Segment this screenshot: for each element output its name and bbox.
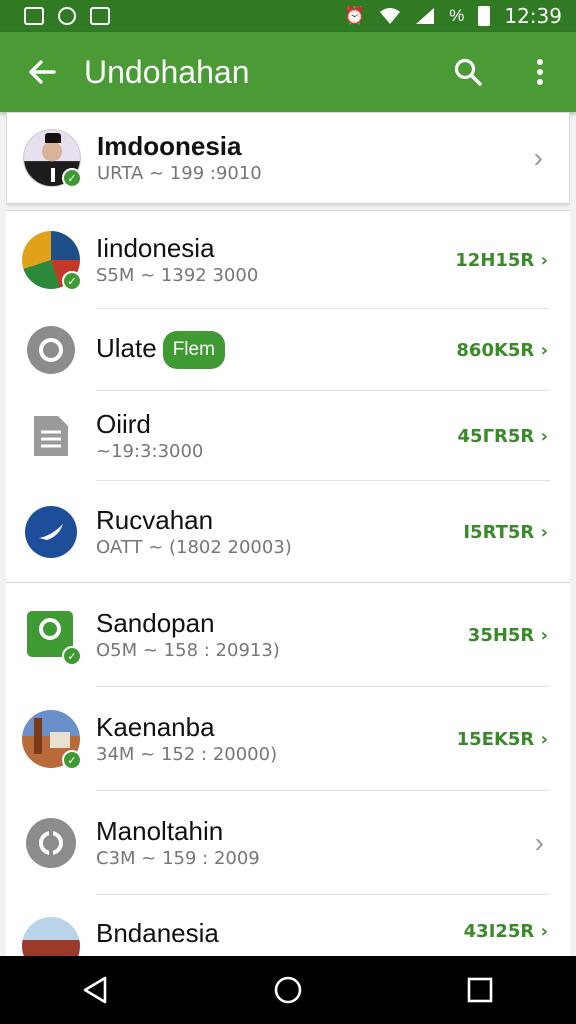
item-subtitle: ~19:3:3000 [96,441,204,462]
item-avatar: ✓ [22,231,82,291]
item-avatar [27,326,75,374]
item-subtitle: 34M ~ 152 : 20000) [96,744,278,765]
item-title: Sandopan [96,608,215,638]
page-title: Undohahan [84,53,250,90]
nav-back-icon [83,976,107,1004]
back-arrow-icon [29,60,56,84]
list-item[interactable]: Rucvahan OATT ~ (1802 20003) I5RT5R › [6,481,570,583]
list-item[interactable]: Ulate Flem 860K5R › [6,309,570,391]
item-value-text: 43I25R [463,921,535,942]
chevron-right-icon: › [540,425,548,447]
more-vert-icon [537,59,543,85]
nav-recents-button[interactable] [420,956,540,1024]
item-avatar [26,818,76,868]
clock-time: 12:39 [504,4,562,28]
item-title: Bndanesia [96,918,219,948]
item-title-text: Ulate [96,332,157,363]
item-avatar [22,917,80,956]
gallery-notification-icon [24,7,44,25]
item-value-text: 15EK5R [456,728,535,750]
header-item-title: Imdoonesia [97,131,242,161]
item-value-text: 35H5R [467,624,535,646]
chevron-right-icon: › [540,728,548,750]
item-subtitle: O5M ~ 158 : 20913) [96,640,280,661]
list-item[interactable]: Bndanesia 43I25R › [6,895,570,956]
item-value: 45ГR5R › [458,426,548,447]
chevron-right-icon: › [534,827,544,858]
item-value-text: I5RT5R [463,521,535,543]
item-value: 15EK5R › [457,729,548,750]
app-bar: Undohahan [0,32,576,112]
item-title: Oiird [96,409,151,439]
profile-avatar: ✓ [23,129,82,188]
nav-back-button[interactable] [36,956,156,1024]
battery-percent-text: % [449,6,465,25]
item-avatar [25,506,77,558]
chevron-right-icon: › [533,142,543,173]
list-item[interactable]: ✓ Sandopan O5M ~ 158 : 20913) 35H5R › [6,583,570,687]
item-avatar: ✓ [22,606,82,666]
item-value-text: 45ГR5R [457,425,535,447]
item-subtitle: OATT ~ (1802 20003) [96,537,292,558]
item-avatar [22,407,80,465]
more-options-button[interactable] [504,32,576,112]
header-item[interactable]: ✓ Imdoonesia URTA ~ 199 :9010 › [6,112,570,204]
alarm-icon: ⏰ [344,6,366,25]
signal-icon [416,8,435,24]
chevron-right-icon: › [540,521,548,543]
item-value: 35H5R › [468,625,548,646]
system-nav-bar [0,956,576,1024]
item-title: Rucvahan [96,505,214,535]
content-area: ✓ Imdoonesia URTA ~ 199 :9010 › ✓ Iindon… [6,112,570,956]
verified-check-icon: ✓ [62,646,82,666]
search-icon [454,58,482,86]
item-avatar: ✓ [22,710,82,770]
nav-home-icon [274,976,302,1004]
verified-check-icon: ✓ [62,750,82,770]
header-item-subtitle: URTA ~ 199 :9010 [97,163,262,184]
list-item[interactable]: Oiird ~19:3:3000 45ГR5R › [6,391,570,481]
item-value: 43I25R › [464,921,548,942]
nav-recents-icon [467,977,493,1003]
list-item[interactable]: ✓ Iindonesia S5M ~ 1392 3000 12H15R › [6,211,570,309]
app-notification-icon [58,7,76,25]
item-title: Kaenanba [96,712,215,742]
verified-check-icon: ✓ [62,271,82,291]
chevron-right-icon: › [540,921,548,942]
chevron-right-icon: › [540,339,548,361]
wifi-icon [380,8,401,24]
item-value-text: 860K5R [456,339,535,361]
item-title: Iindonesia [96,233,215,263]
chevron-right-icon: › [540,249,548,271]
bird-icon [39,524,63,540]
list-item[interactable]: Manoltahin C3M ~ 159 : 2009 › [6,791,570,895]
list-item[interactable]: ✓ Kaenanba 34M ~ 152 : 20000) 15EK5R › [6,687,570,791]
item-value: 12H15R › [455,250,548,271]
back-button[interactable] [0,32,84,112]
nav-home-button[interactable] [228,956,348,1024]
chevron-right-icon: › [540,624,548,646]
item-subtitle: S5M ~ 1392 3000 [96,265,259,286]
image-notification-icon [90,7,110,25]
search-button[interactable] [432,32,504,112]
verified-check-icon: ✓ [62,168,82,188]
item-value: 860K5R › [456,340,548,361]
item-list: ✓ Iindonesia S5M ~ 1392 3000 12H15R › Ul… [6,210,570,956]
document-icon [34,416,68,456]
item-title: Manoltahin [96,816,224,846]
item-value-text: 12H15R [455,249,535,271]
battery-icon [478,6,491,26]
item-title: Ulate Flem [96,331,456,369]
item-subtitle: C3M ~ 159 : 2009 [96,848,260,869]
status-badge: Flem [162,331,225,369]
item-value: I5RT5R › [463,522,548,543]
status-bar: ⏰ % 12:39 [0,0,576,32]
